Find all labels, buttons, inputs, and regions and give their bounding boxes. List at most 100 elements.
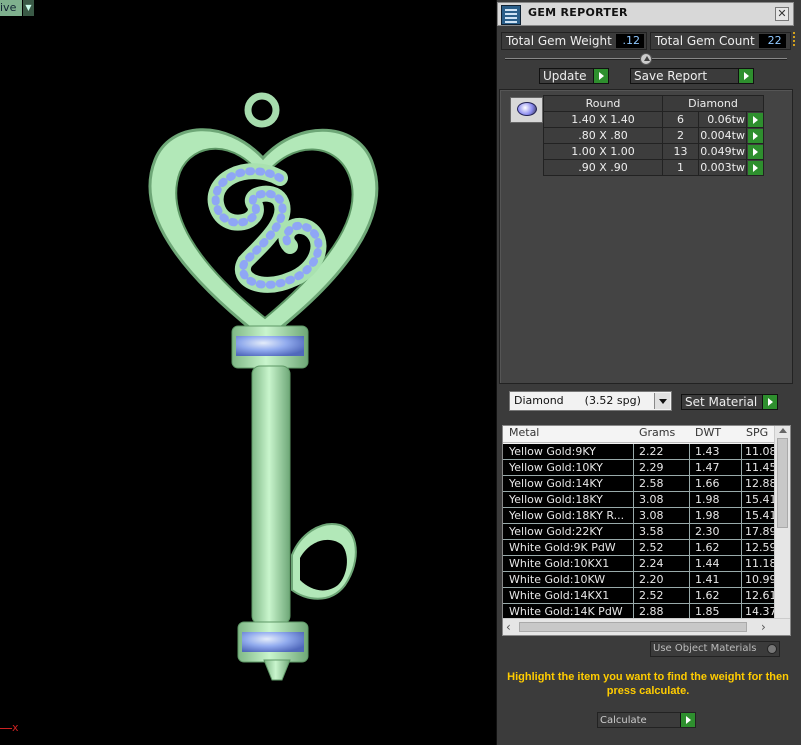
gem-material-header: Diamond	[662, 95, 764, 112]
metal-dwt: 2.30	[690, 524, 742, 539]
metal-name: Yellow Gold:10KY	[503, 460, 634, 475]
play-arrow-icon[interactable]	[747, 144, 763, 159]
3d-viewport[interactable]: ive ▼ x	[0, 0, 496, 745]
metal-dwt: 1.98	[690, 492, 742, 507]
play-arrow-icon[interactable]	[747, 112, 763, 127]
metal-dwt: 1.44	[690, 556, 742, 571]
metal-grams: 2.52	[634, 540, 690, 555]
gem-size: .80 X .80	[543, 127, 663, 144]
metal-name: Yellow Gold:14KY	[503, 476, 634, 491]
gem-shape-header: Round	[543, 95, 663, 112]
gem-count: 13	[662, 143, 699, 160]
metal-grams: 2.52	[634, 588, 690, 603]
metal-dwt: 1.41	[690, 572, 742, 587]
total-gem-weight-value: .12	[615, 34, 644, 48]
metal-name: White Gold:10KX1	[503, 556, 634, 571]
total-gem-count: Total Gem Count 22	[650, 32, 791, 50]
metal-grams: 2.24	[634, 556, 690, 571]
key-tip	[263, 659, 291, 681]
save-report-button[interactable]: Save Report	[630, 68, 754, 84]
gem-row[interactable]: .80 X .80 2 0.004tw	[543, 127, 764, 144]
horizontal-scroll-thumb[interactable]	[519, 622, 747, 632]
gem-row-action[interactable]	[746, 143, 764, 160]
metal-row[interactable]: White Gold:9K PdW 2.52 1.62 12.59	[503, 540, 777, 556]
metal-dwt: 1.66	[690, 476, 742, 491]
metal-name: White Gold:9K PdW	[503, 540, 634, 555]
gem-row[interactable]: .90 X .90 1 0.003tw	[543, 159, 764, 176]
toggle-indicator-icon[interactable]	[767, 644, 777, 654]
metal-grams: 2.22	[634, 444, 690, 459]
metal-row[interactable]: Yellow Gold:14KY 2.58 1.66 12.88	[503, 476, 777, 492]
update-button[interactable]: Update	[539, 68, 609, 84]
metal-grams: 2.88	[634, 604, 690, 619]
axis-x-line	[0, 728, 12, 729]
gem-row-action[interactable]	[746, 127, 764, 144]
gem-weight: 0.06tw	[698, 111, 747, 128]
close-button[interactable]: ✕	[775, 7, 789, 21]
gem-table-header: Round Diamond	[543, 95, 764, 112]
vertical-scroll-thumb[interactable]	[777, 438, 788, 528]
set-material-button-label: Set Material	[685, 395, 758, 409]
gem-reporter-app-icon	[501, 5, 521, 25]
metal-grams: 2.29	[634, 460, 690, 475]
metal-dwt: 1.43	[690, 444, 742, 459]
calculate-button[interactable]: Calculate	[597, 712, 696, 728]
instruction-text: Highlight the item you want to find the …	[507, 671, 789, 697]
metal-row[interactable]: Yellow Gold:18KY 3.08 1.98 15.41	[503, 492, 777, 508]
horizontal-scrollbar[interactable]: ‹ ›	[503, 618, 790, 635]
metal-row[interactable]: Yellow Gold:10KY 2.29 1.47 11.45	[503, 460, 777, 476]
grams-column-header[interactable]: Grams	[639, 426, 675, 440]
vertical-scrollbar[interactable]	[774, 426, 790, 620]
panel-resize-grip[interactable]	[793, 32, 801, 46]
play-arrow-icon[interactable]	[747, 160, 763, 175]
use-object-materials-toggle[interactable]: Use Object Materials	[650, 641, 780, 657]
metal-row[interactable]: Yellow Gold:9KY 2.22 1.43 11.08	[503, 444, 777, 460]
save-report-button-label: Save Report	[634, 69, 708, 83]
play-arrow-icon[interactable]	[747, 128, 763, 143]
gem-row[interactable]: 1.40 X 1.40 6 0.06tw	[543, 111, 764, 128]
metal-name: White Gold:14KX1	[503, 588, 634, 603]
set-material-button[interactable]: Set Material	[681, 394, 778, 410]
total-gem-weight: Total Gem Weight .12	[501, 32, 647, 50]
axis-x-label: x	[12, 721, 19, 734]
bail-ring	[244, 92, 280, 128]
metal-name: White Gold:14K PdW	[503, 604, 634, 619]
gem-reporter-panel: GEM REPORTER ✕ Total Gem Weight .12 Tota…	[496, 0, 801, 745]
play-arrow-icon	[680, 713, 695, 727]
panel-titlebar[interactable]: GEM REPORTER ✕	[497, 2, 794, 26]
metal-name: Yellow Gold:18KY R...	[503, 508, 634, 523]
scroll-left-icon[interactable]: ‹	[506, 621, 511, 633]
splitter-handle[interactable]	[640, 53, 652, 65]
panel-title: GEM REPORTER	[528, 6, 628, 19]
gem-list-box: Round Diamond 1.40 X 1.40 6 0.06tw .80 X .8…	[499, 89, 793, 384]
material-dropdown[interactable]: Diamond (3.52 spg)	[509, 391, 672, 411]
metal-grams: 3.08	[634, 492, 690, 507]
metal-row[interactable]: White Gold:10KX1 2.24 1.44 11.18	[503, 556, 777, 572]
gem-weight: 0.049tw	[698, 143, 747, 160]
gem-row[interactable]: 1.00 X 1.00 13 0.049tw	[543, 143, 764, 160]
gem-row-action[interactable]	[746, 159, 764, 176]
metal-dwt: 1.62	[690, 588, 742, 603]
key-shaft	[251, 365, 291, 625]
scroll-right-icon[interactable]: ›	[761, 621, 766, 633]
dwt-column-header[interactable]: DWT	[695, 426, 721, 440]
spg-column-header[interactable]: SPG	[746, 426, 768, 440]
metal-grams: 2.58	[634, 476, 690, 491]
metal-grams: 2.20	[634, 572, 690, 587]
metal-row[interactable]: White Gold:10KW 2.20 1.41 10.99	[503, 572, 777, 588]
metal-column-header[interactable]: Metal	[509, 426, 539, 440]
gem-row-action[interactable]	[746, 111, 764, 128]
metal-grams: 3.58	[634, 524, 690, 539]
round-gem-icon[interactable]	[510, 97, 543, 123]
metal-row[interactable]: Yellow Gold:22KY 3.58 2.30 17.89	[503, 524, 777, 540]
metal-row[interactable]: White Gold:14KX1 2.52 1.62 12.61	[503, 588, 777, 604]
chevron-down-icon[interactable]	[654, 393, 670, 409]
key-pendant-model[interactable]	[0, 0, 496, 745]
play-arrow-icon	[762, 395, 777, 409]
gem-count: 1	[662, 159, 699, 176]
metal-weight-table: Metal Grams DWT SPG Yellow Gold:9KY 2.22 1…	[502, 425, 791, 636]
metal-row[interactable]: Yellow Gold:18KY R... 3.08 1.98 15.41	[503, 508, 777, 524]
total-gem-weight-label: Total Gem Weight	[506, 34, 612, 48]
scroll-up-icon[interactable]	[779, 428, 787, 433]
gem-weight: 0.004tw	[698, 127, 747, 144]
